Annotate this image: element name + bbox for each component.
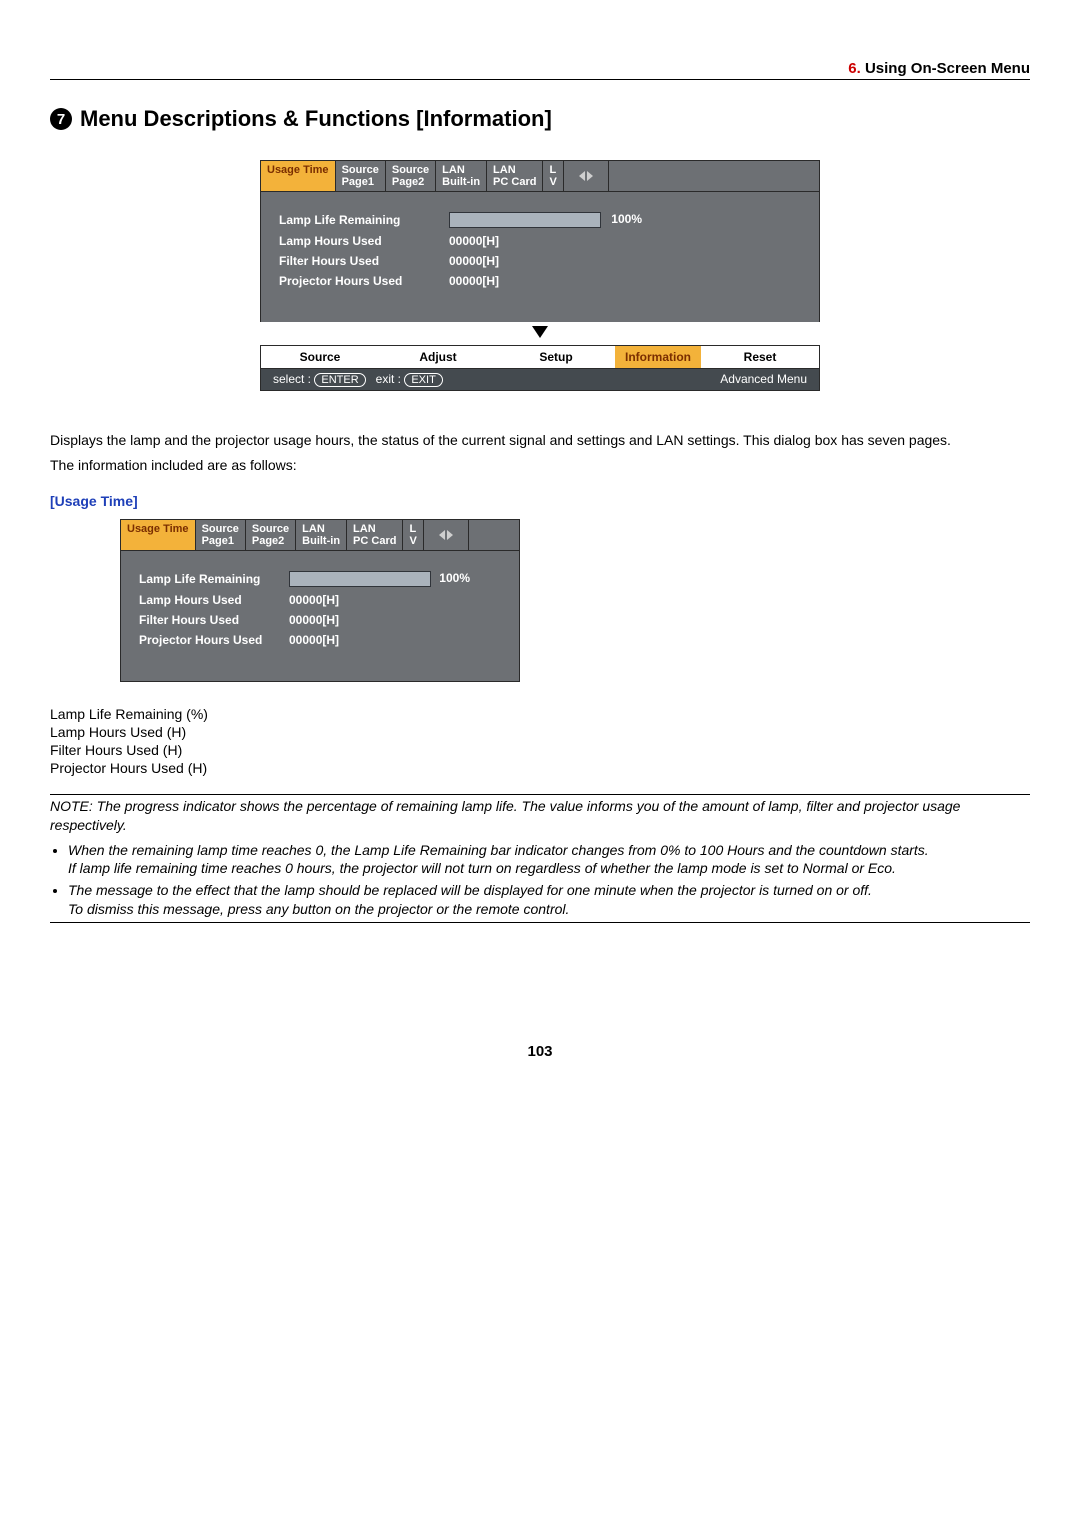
osd2-lamp-life-percent: 100% xyxy=(439,571,470,585)
rule-bottom xyxy=(50,922,1030,923)
scroll-right-icon xyxy=(587,171,593,181)
osd2-tab-scroll[interactable] xyxy=(424,520,469,550)
tab-lan-builtin[interactable]: LANBuilt-in xyxy=(436,161,487,191)
tab-lan-pccard[interactable]: LANPC Card xyxy=(487,161,543,191)
osd2-projector-hours-value: 00000[H] xyxy=(289,633,339,647)
osd2-body: Lamp Life Remaining 100% Lamp Hours Used… xyxy=(120,551,520,682)
filter-hours-label: Filter Hours Used xyxy=(279,254,449,268)
lamp-life-label: Lamp Life Remaining xyxy=(279,213,449,227)
footer-reset[interactable]: Reset xyxy=(701,346,819,368)
chapter-title: Using On-Screen Menu xyxy=(865,60,1030,77)
osd2-tab-source-page2[interactable]: SourcePage2 xyxy=(246,520,296,550)
lamp-hours-value: 00000[H] xyxy=(449,234,499,248)
osd2-filter-hours-label: Filter Hours Used xyxy=(139,613,289,627)
footer-source[interactable]: Source xyxy=(261,346,379,368)
list-item-1: Lamp Life Remaining (%) xyxy=(50,706,1030,722)
footer-advanced-menu: Advanced Menu xyxy=(720,372,807,387)
note-bullet-1: When the remaining lamp time reaches 0, … xyxy=(68,841,1030,877)
footer-exit-label: exit : xyxy=(376,372,401,386)
projector-hours-value: 00000[H] xyxy=(449,274,499,288)
scroll-right-icon xyxy=(447,530,453,540)
footer-adjust[interactable]: Adjust xyxy=(379,346,497,368)
tab-partial[interactable]: LV xyxy=(543,161,563,191)
osd2-tab-partial[interactable]: LV xyxy=(403,520,423,550)
osd2-filter-hours-value: 00000[H] xyxy=(289,613,339,627)
osd2-tab-lan-pccard[interactable]: LANPC Card xyxy=(347,520,403,550)
osd2-tab-strip: Usage Time SourcePage1 SourcePage2 LANBu… xyxy=(120,519,520,551)
osd2-tab-lan-builtin[interactable]: LANBuilt-in xyxy=(296,520,347,550)
intro-paragraph-1: Displays the lamp and the projector usag… xyxy=(50,431,1030,450)
footer-select-label: select : xyxy=(273,372,311,386)
osd-tab-strip: Usage Time SourcePage1 SourcePage2 LANBu… xyxy=(260,160,820,192)
chapter-number: 6. xyxy=(848,60,861,77)
lamp-life-percent: 100% xyxy=(611,212,642,226)
footer-information[interactable]: Information xyxy=(615,346,701,368)
osd-screenshot-large: Usage Time SourcePage1 SourcePage2 LANBu… xyxy=(260,160,820,391)
note-lead: NOTE: The progress indicator shows the p… xyxy=(50,797,1030,835)
rule-top xyxy=(50,794,1030,795)
chapter-header: 6. Using On-Screen Menu xyxy=(50,60,1030,80)
intro-paragraph-2: The information included are as follows: xyxy=(50,456,1030,475)
title-text: Menu Descriptions & Functions [Informati… xyxy=(80,106,552,132)
osd2-tab-usage-time[interactable]: Usage Time xyxy=(121,520,196,550)
osd-down-indicator xyxy=(260,322,820,345)
lamp-hours-label: Lamp Hours Used xyxy=(279,234,449,248)
note-block: NOTE: The progress indicator shows the p… xyxy=(50,794,1030,923)
scroll-left-icon xyxy=(579,171,585,181)
footer-select-key: ENTER xyxy=(314,373,365,387)
title-bullet-number: 7 xyxy=(50,108,72,130)
filter-hours-value: 00000[H] xyxy=(449,254,499,268)
osd-screenshot-small: Usage Time SourcePage1 SourcePage2 LANBu… xyxy=(120,519,520,682)
osd-footer-bar: select : ENTER exit : EXIT Advanced Menu xyxy=(260,369,820,391)
list-item-3: Filter Hours Used (H) xyxy=(50,742,1030,758)
note-bullet-2: The message to the effect that the lamp … xyxy=(68,881,1030,917)
scroll-left-icon xyxy=(439,530,445,540)
list-item-2: Lamp Hours Used (H) xyxy=(50,724,1030,740)
osd2-lamp-life-progress: 100% xyxy=(289,571,431,587)
lamp-life-progress: 100% xyxy=(449,212,601,228)
osd2-tab-source-page1[interactable]: SourcePage1 xyxy=(196,520,246,550)
field-list: Lamp Life Remaining (%) Lamp Hours Used … xyxy=(50,706,1030,776)
page-number: 103 xyxy=(50,1043,1030,1060)
footer-setup[interactable]: Setup xyxy=(497,346,615,368)
tab-source-page1[interactable]: SourcePage1 xyxy=(336,161,386,191)
osd2-lamp-hours-label: Lamp Hours Used xyxy=(139,593,289,607)
triangle-down-icon xyxy=(532,326,548,338)
tab-usage-time[interactable]: Usage Time xyxy=(261,161,336,191)
tab-source-page2[interactable]: SourcePage2 xyxy=(386,161,436,191)
projector-hours-label: Projector Hours Used xyxy=(279,274,449,288)
tab-scroll-arrows[interactable] xyxy=(564,161,609,191)
osd-footer-nav: Source Adjust Setup Information Reset xyxy=(260,345,820,369)
footer-exit-key: EXIT xyxy=(404,373,442,387)
page-title: 7 Menu Descriptions & Functions [Informa… xyxy=(50,106,1030,132)
osd2-lamp-hours-value: 00000[H] xyxy=(289,593,339,607)
subhead-usage-time: [Usage Time] xyxy=(50,493,1030,509)
list-item-4: Projector Hours Used (H) xyxy=(50,760,1030,776)
osd2-lamp-life-label: Lamp Life Remaining xyxy=(139,572,289,586)
osd2-projector-hours-label: Projector Hours Used xyxy=(139,633,289,647)
osd-body: Lamp Life Remaining 100% Lamp Hours Used… xyxy=(260,192,820,323)
